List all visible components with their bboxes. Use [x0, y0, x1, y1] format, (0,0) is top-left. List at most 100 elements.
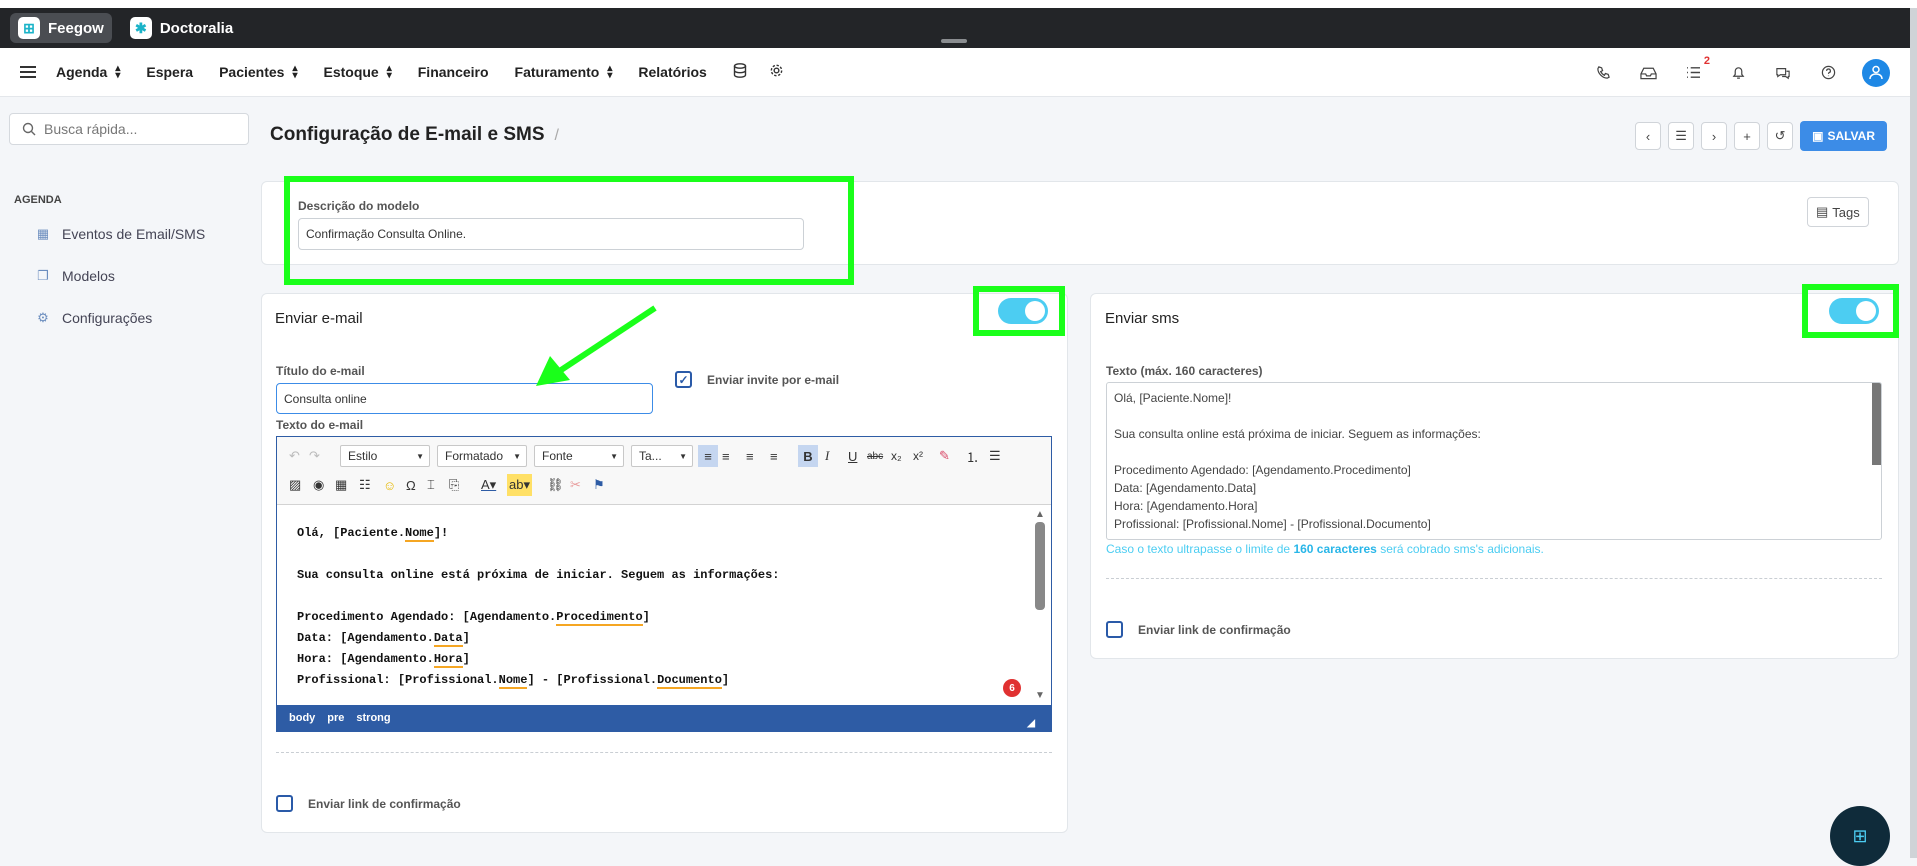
error-count-badge[interactable]: 6 [1003, 679, 1021, 697]
horizontal-line-icon[interactable]: ☷ [359, 474, 371, 496]
background-color-icon[interactable]: ab▾ [507, 474, 532, 496]
size-combo[interactable]: Ta... ▼ [631, 445, 693, 467]
window-scrollbar[interactable] [1910, 8, 1917, 858]
note-text: Caso o texto ultrapasse o limite de [1106, 542, 1294, 556]
doctoralia-logo-icon: ✱ [129, 17, 152, 39]
chat-widget-button[interactable]: ⊞ [1830, 806, 1890, 866]
flash-icon[interactable]: ◉ [313, 474, 324, 496]
sidebar-item-configuracoes[interactable]: ⚙ Configurações [36, 310, 152, 326]
special-char-icon[interactable]: Ω [406, 474, 416, 496]
email-confirm-checkbox[interactable] [276, 795, 293, 812]
editor-toolbar: ↶ ↷ Estilo ▼ Formatado ▼ Fonte ▼ Ta... ▼ ≡ ≡… [277, 437, 1051, 505]
sms-limit-note: Caso o texto ultrapasse o limite de 160 … [1106, 542, 1544, 556]
nav-agenda[interactable]: Agenda ▴ ▾ [56, 64, 120, 81]
email-title-label: Título do e-mail [276, 364, 365, 378]
sidebar-item-label: Eventos de Email/SMS [62, 226, 206, 242]
gear-icon[interactable] [769, 63, 784, 81]
phone-icon[interactable] [1592, 62, 1614, 84]
sidebar-item-label: Configurações [62, 310, 153, 326]
unlink-icon[interactable]: ✂ [570, 474, 581, 496]
list-button[interactable]: ☰ [1668, 122, 1695, 150]
add-button[interactable]: + [1734, 122, 1761, 150]
nav-estoque[interactable]: Estoque ▴ ▾ [323, 64, 391, 81]
help-icon[interactable] [1817, 62, 1839, 84]
app-tab-doctoralia[interactable]: ✱ Doctoralia [122, 13, 241, 43]
bulleted-list-icon[interactable]: ☰ [989, 445, 1001, 467]
text-color-icon[interactable]: A▾ [481, 474, 496, 496]
image-icon[interactable]: ▨ [289, 474, 301, 496]
sms-line: Hora: [Agendamento.Hora] [1114, 499, 1258, 513]
annotation-arrow-icon [536, 305, 657, 386]
scroll-up-icon[interactable]: ▲ [1034, 509, 1046, 520]
path-item[interactable]: pre [327, 712, 344, 724]
save-label: SALVAR [1827, 129, 1875, 143]
drag-handle[interactable] [941, 39, 967, 43]
user-avatar-icon[interactable] [1862, 58, 1890, 87]
resize-handle-icon[interactable]: ◢ [1027, 718, 1035, 729]
app-tab-feegow[interactable]: ⊞ Feegow [10, 13, 112, 43]
sidebar-section-title: AGENDA [14, 194, 62, 206]
invite-checkbox[interactable]: ✓ [675, 371, 692, 388]
style-combo[interactable]: Estilo ▼ [340, 445, 430, 467]
sms-line: Data: [Agendamento.Data] [1114, 481, 1257, 495]
superscript-icon[interactable]: x² [913, 445, 923, 467]
nav-espera[interactable]: Espera [146, 64, 193, 80]
database-icon[interactable] [733, 63, 747, 81]
check-icon: ✓ [678, 372, 689, 387]
format-combo[interactable]: Formatado ▼ [437, 445, 527, 467]
nav-relatorios[interactable]: Relatórios [638, 64, 706, 80]
smiley-icon[interactable]: ☺ [383, 474, 396, 496]
breadcrumb-separator: / [554, 127, 559, 144]
link-icon[interactable]: ⛓ [547, 474, 564, 496]
sms-confirm-checkbox[interactable] [1106, 621, 1123, 638]
highlight-box-sms-toggle [1802, 284, 1899, 338]
page-break-icon[interactable]: ⌶ [427, 474, 435, 496]
subscript-icon[interactable]: x₂ [891, 445, 902, 467]
inbox-icon[interactable] [1637, 62, 1659, 84]
sidebar-item-eventos[interactable]: ▦ Eventos de Email/SMS [36, 226, 205, 242]
save-button[interactable]: ▣ SALVAR [1800, 121, 1887, 151]
previous-button[interactable]: ‹ [1635, 122, 1662, 150]
menu-icon[interactable] [20, 63, 36, 81]
strikethrough-icon[interactable]: abc [867, 445, 883, 467]
path-item[interactable]: body [289, 712, 315, 724]
rich-text-editor[interactable]: ↶ ↷ Estilo ▼ Formatado ▼ Fonte ▼ Ta... ▼ ≡ ≡… [276, 436, 1052, 732]
sms-scroll-thumb[interactable] [1872, 383, 1881, 465]
sms-textarea[interactable]: Olá, [Paciente.Nome]! Sua consulta onlin… [1106, 382, 1882, 540]
chat-icon[interactable] [1772, 62, 1794, 84]
undo-icon[interactable]: ↶ [289, 445, 300, 467]
sms-line: Sua consulta online está próxima de inic… [1114, 427, 1481, 441]
nav-pacientes[interactable]: Pacientes ▴ ▾ [219, 64, 297, 81]
editor-content[interactable]: Olá, [Paciente.Nome]! Sua consulta onlin… [297, 523, 779, 691]
tasks-icon[interactable]: 2 [1682, 55, 1710, 84]
remove-format-icon[interactable]: ✎ [939, 445, 950, 467]
table-icon[interactable]: ▦ [335, 474, 347, 496]
sms-card-header: Enviar sms [1105, 310, 1180, 327]
anchor-flag-icon[interactable]: ⚑ [593, 474, 605, 496]
align-left-icon[interactable]: ≡ [698, 445, 718, 467]
editor-scrollbar[interactable]: ▲ ▼ [1034, 509, 1046, 701]
template-icon[interactable]: ⎘ [449, 474, 459, 496]
next-button[interactable]: › [1701, 122, 1728, 150]
numbered-list-icon[interactable]: ⒈ [966, 445, 979, 467]
align-right-icon[interactable]: ≡ [746, 445, 754, 467]
scroll-down-icon[interactable]: ▼ [1034, 690, 1046, 701]
align-center-icon[interactable]: ≡ [722, 445, 730, 467]
scroll-thumb[interactable] [1035, 522, 1045, 610]
underline-icon[interactable]: U [848, 445, 857, 467]
nav-financeiro[interactable]: Financeiro [418, 64, 489, 80]
tags-button[interactable]: ▤ Tags [1807, 197, 1869, 227]
search-input[interactable] [44, 121, 234, 137]
bell-icon[interactable] [1727, 62, 1749, 84]
quick-search[interactable] [9, 113, 249, 145]
sidebar-item-modelos[interactable]: ❐ Modelos [36, 268, 115, 284]
gears-icon: ⚙ [37, 310, 49, 325]
nav-faturamento[interactable]: Faturamento ▴ ▾ [515, 64, 613, 81]
bold-icon[interactable]: B [798, 445, 818, 467]
path-item[interactable]: strong [356, 712, 390, 724]
redo-icon[interactable]: ↷ [309, 445, 320, 467]
align-justify-icon[interactable]: ≡ [770, 445, 778, 467]
history-button[interactable]: ↺ [1767, 122, 1794, 150]
font-combo[interactable]: Fonte ▼ [534, 445, 624, 467]
italic-icon[interactable]: I [825, 445, 829, 467]
